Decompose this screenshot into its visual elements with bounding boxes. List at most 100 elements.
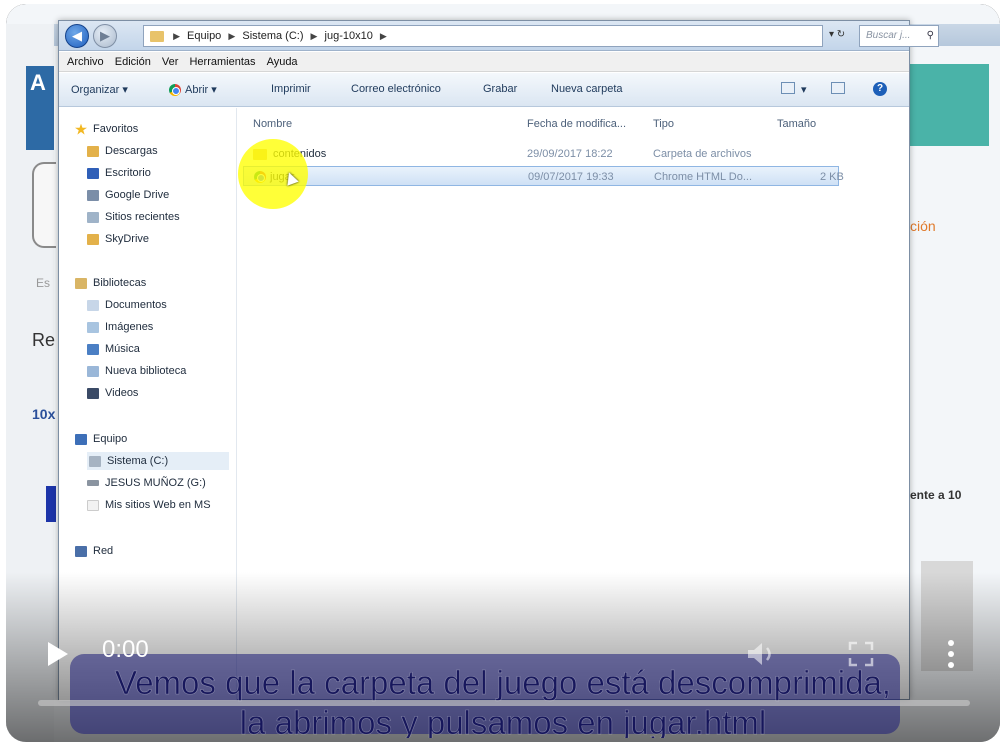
forward-button[interactable]: ▶ xyxy=(93,24,117,48)
nav-skydrive-label: SkyDrive xyxy=(105,233,150,245)
nav-favorites[interactable]: Favoritos xyxy=(75,120,138,138)
help-icon[interactable]: ? xyxy=(873,82,887,96)
nav-downloads-label: Descargas xyxy=(105,145,158,157)
breadcrumb-separator-icon: ▶ xyxy=(228,31,236,41)
background-banner-left: A xyxy=(26,66,54,150)
menu-ayuda[interactable]: Ayuda xyxy=(267,52,298,72)
nav-google-drive[interactable]: Google Drive xyxy=(87,186,169,204)
command-bar: Organizar ▾ Abrir ▾ Imprimir Correo elec… xyxy=(59,73,909,107)
search-placeholder: Buscar j... xyxy=(866,30,911,41)
nav-recent-label: Sitios recientes xyxy=(105,211,180,223)
nav-libraries[interactable]: Bibliotecas xyxy=(75,274,146,292)
nav-new-library[interactable]: Nueva biblioteca xyxy=(87,362,186,380)
breadcrumb-separator-icon: ▶ xyxy=(379,31,387,41)
breadcrumb-computer[interactable]: Equipo xyxy=(187,30,221,42)
nav-network-label: Red xyxy=(93,545,114,557)
menu-ver[interactable]: Ver xyxy=(162,52,179,72)
email-button[interactable]: Correo electrónico xyxy=(351,83,441,95)
file-row-jugar[interactable]: jugar 09/07/2017 19:33 Chrome HTML Do...… xyxy=(243,166,844,186)
breadcrumb[interactable]: ▶ Equipo ▶ Sistema (C:) ▶ jug-10x10 ▶ xyxy=(143,25,823,47)
subtitle-line-1: Vemos que la carpeta del juego está desc… xyxy=(115,664,892,702)
nav-videos-label: Videos xyxy=(105,387,139,399)
nav-my-sites[interactable]: Mis sitios Web en MS xyxy=(87,496,211,514)
view-dropdown-icon[interactable]: ▾ xyxy=(801,83,807,96)
video-player[interactable]: A Es Re 10x ción ente a 10 ◀ ▶ ▶ Equipo … xyxy=(6,4,1000,742)
subtitle-line-2: la abrimos y pulsamos en jugar.html xyxy=(239,704,767,738)
nav-new-library-label: Nueva biblioteca xyxy=(105,365,187,377)
images-icon xyxy=(87,321,99,333)
new-library-icon xyxy=(87,365,99,377)
column-type[interactable]: Tipo xyxy=(653,118,674,130)
preview-pane-icon[interactable] xyxy=(831,82,845,94)
skydrive-icon xyxy=(87,233,99,245)
more-options-icon[interactable] xyxy=(946,638,956,670)
burn-button[interactable]: Grabar xyxy=(483,83,517,95)
desktop-icon xyxy=(87,167,99,179)
cursor-highlight xyxy=(238,139,308,209)
nav-recent[interactable]: Sitios recientes xyxy=(87,208,180,226)
documents-icon xyxy=(87,299,99,311)
back-button[interactable]: ◀ xyxy=(65,24,89,48)
nav-google-drive-label: Google Drive xyxy=(105,189,170,201)
nav-documents-label: Documentos xyxy=(105,299,167,311)
background-text-es: Es xyxy=(36,276,51,290)
nav-computer-label: Equipo xyxy=(93,433,128,445)
menu-herramientas[interactable]: Herramientas xyxy=(189,52,255,72)
file-type: Chrome HTML Do... xyxy=(654,171,753,183)
search-input[interactable]: Buscar j... ⚲ xyxy=(859,25,939,47)
volume-icon[interactable] xyxy=(746,640,780,668)
search-icon: ⚲ xyxy=(926,30,934,41)
column-modified[interactable]: Fecha de modifica... xyxy=(527,118,626,130)
nav-network[interactable]: Red xyxy=(75,542,113,560)
menu-archivo[interactable]: Archivo xyxy=(67,52,104,72)
nav-images[interactable]: Imágenes xyxy=(87,318,153,336)
organize-button[interactable]: Organizar ▾ xyxy=(71,83,128,96)
menu-edicion[interactable]: Edición xyxy=(115,52,151,72)
current-time: 0:00 xyxy=(102,636,149,663)
print-button[interactable]: Imprimir xyxy=(271,83,311,95)
new-folder-button[interactable]: Nueva carpeta xyxy=(551,83,623,95)
background-rounded-box xyxy=(32,162,56,248)
view-options-icon[interactable] xyxy=(781,82,795,94)
progress-bar[interactable] xyxy=(38,700,970,706)
fullscreen-icon[interactable] xyxy=(848,641,874,667)
play-icon[interactable] xyxy=(46,640,70,668)
file-size: 2 KB xyxy=(820,171,844,183)
network-icon xyxy=(75,545,87,557)
file-type: Carpeta de archivos xyxy=(653,148,752,160)
breadcrumb-system-drive[interactable]: Sistema (C:) xyxy=(242,30,303,42)
nav-skydrive[interactable]: SkyDrive xyxy=(87,230,149,248)
background-text-ente: ente a 10 xyxy=(910,488,962,502)
nav-libraries-label: Bibliotecas xyxy=(93,277,147,289)
nav-drive-g[interactable]: JESUS MUÑOZ (G:) xyxy=(87,474,206,492)
nav-videos[interactable]: Videos xyxy=(87,384,138,402)
nav-downloads[interactable]: Descargas xyxy=(87,142,158,160)
nav-computer[interactable]: Equipo xyxy=(75,430,127,448)
nav-desktop[interactable]: Escritorio xyxy=(87,164,151,182)
file-row-contenidos[interactable]: contenidos 29/09/2017 18:22 Carpeta de a… xyxy=(243,144,839,164)
refresh-icon[interactable]: ▾ ↻ xyxy=(829,29,845,40)
nav-images-label: Imágenes xyxy=(105,321,154,333)
nav-documents[interactable]: Documentos xyxy=(87,296,167,314)
background-text-a: A xyxy=(30,70,46,95)
background-blue-bar xyxy=(46,486,56,522)
music-icon xyxy=(87,343,99,355)
videos-icon xyxy=(87,387,99,399)
downloads-icon xyxy=(87,145,99,157)
background-text-re: Re xyxy=(32,330,56,350)
nav-system-drive[interactable]: Sistema (C:) xyxy=(87,452,229,470)
column-name[interactable]: Nombre xyxy=(253,118,292,130)
recent-places-icon xyxy=(87,211,99,223)
nav-music[interactable]: Música xyxy=(87,340,140,358)
background-banner-right xyxy=(901,64,989,146)
nav-desktop-label: Escritorio xyxy=(105,167,151,179)
background-text-cion: ción xyxy=(910,218,936,234)
nav-my-sites-label: Mis sitios Web en MS xyxy=(105,499,211,511)
libraries-icon xyxy=(75,277,87,289)
open-button[interactable]: Abrir ▾ xyxy=(169,83,217,97)
breadcrumb-current-folder[interactable]: jug-10x10 xyxy=(325,30,373,42)
nav-music-label: Música xyxy=(105,343,140,355)
open-label: Abrir ▾ xyxy=(185,84,217,96)
star-icon xyxy=(75,123,87,135)
column-size[interactable]: Tamaño xyxy=(777,118,816,130)
